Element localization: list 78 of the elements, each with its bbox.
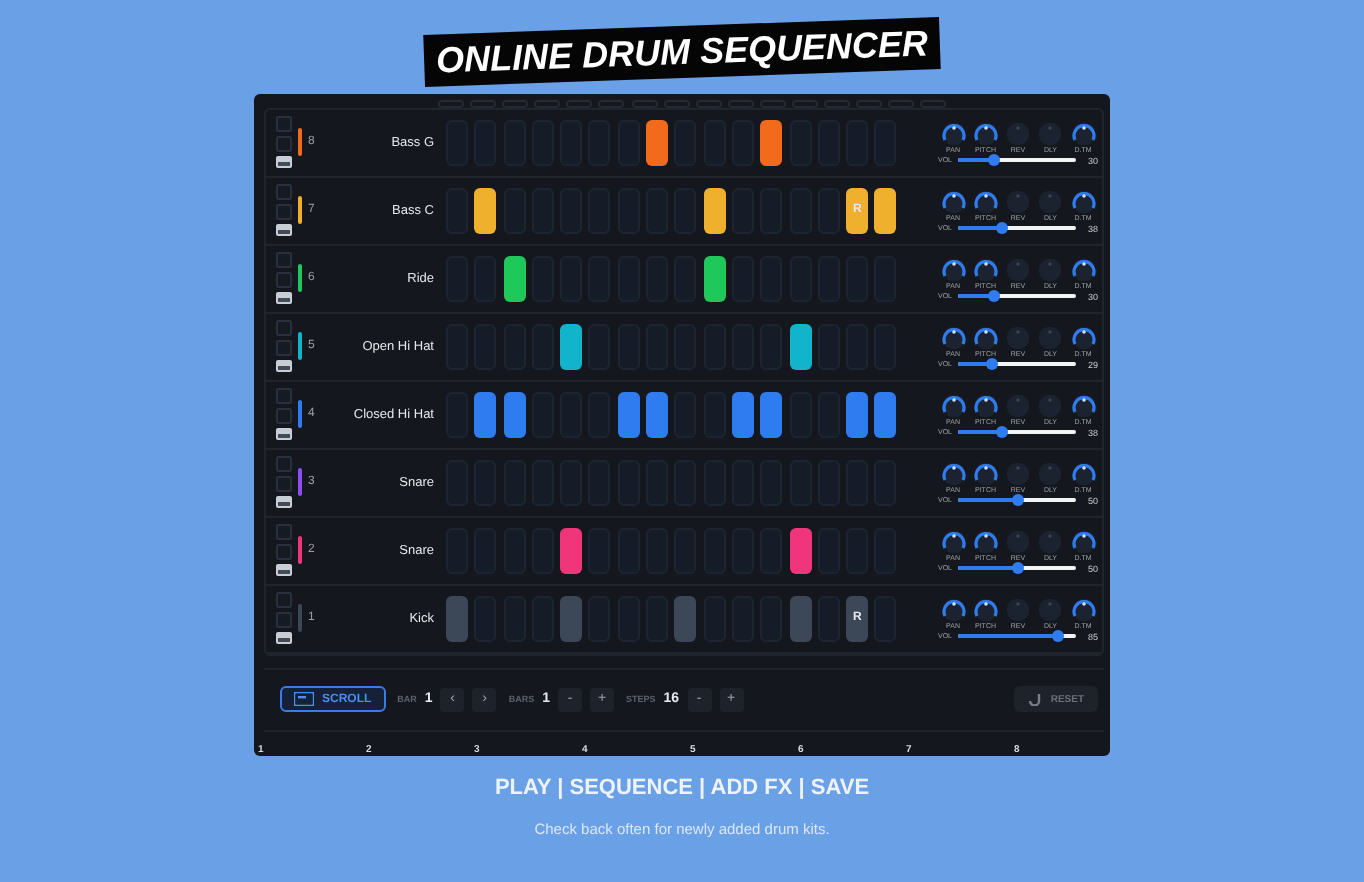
mute-toggle[interactable] — [276, 456, 292, 473]
knob[interactable] — [971, 527, 1000, 554]
knob[interactable] — [939, 391, 967, 418]
knob[interactable] — [939, 187, 967, 214]
step-pad[interactable] — [760, 391, 783, 438]
step-pad[interactable] — [503, 391, 526, 438]
solo-toggle[interactable] — [276, 272, 292, 289]
knob[interactable] — [939, 323, 967, 350]
step-pad[interactable] — [474, 187, 497, 234]
knob[interactable] — [1069, 459, 1097, 486]
knob[interactable] — [1069, 527, 1097, 554]
knob[interactable] — [939, 119, 967, 146]
step-pad[interactable] — [731, 391, 754, 438]
step-pad[interactable] — [760, 119, 783, 166]
knob[interactable] — [1069, 187, 1097, 214]
volume-slider[interactable] — [958, 566, 1076, 571]
volume-slider[interactable] — [958, 498, 1076, 503]
undo-icon — [1028, 692, 1043, 707]
knob[interactable] — [939, 527, 967, 554]
keyboard-icon[interactable] — [276, 360, 292, 373]
mute-toggle[interactable] — [276, 252, 292, 269]
keyboard-icon[interactable] — [276, 496, 292, 509]
knob[interactable] — [1069, 255, 1097, 282]
knob[interactable] — [971, 391, 1000, 418]
knob[interactable] — [1069, 391, 1097, 418]
mute-toggle[interactable] — [276, 116, 292, 133]
solo-toggle[interactable] — [276, 476, 292, 493]
step-pad[interactable] — [789, 323, 812, 370]
list-icon — [294, 692, 314, 707]
step-pad[interactable] — [874, 187, 897, 234]
keyboard-icon[interactable] — [276, 156, 292, 169]
solo-toggle[interactable] — [276, 544, 292, 561]
mute-toggle[interactable] — [276, 592, 292, 609]
step-pad[interactable] — [874, 391, 897, 438]
keyboard-icon[interactable] — [276, 224, 292, 237]
volume-slider[interactable] — [958, 226, 1076, 231]
solo-toggle[interactable] — [276, 408, 292, 425]
knob[interactable] — [971, 119, 1000, 146]
knob[interactable] — [971, 255, 1000, 282]
volume-slider[interactable] — [958, 362, 1076, 367]
keyboard-icon[interactable] — [276, 632, 292, 645]
knob[interactable] — [939, 595, 967, 622]
solo-toggle[interactable] — [276, 340, 292, 357]
step-pad[interactable] — [646, 391, 669, 438]
step-pad[interactable] — [503, 255, 526, 302]
volume-slider[interactable] — [958, 294, 1076, 299]
mute-toggle[interactable] — [276, 524, 292, 541]
volume-slider[interactable] — [958, 158, 1076, 163]
keyboard-icon[interactable] — [276, 428, 292, 441]
step-pad[interactable] — [617, 391, 640, 438]
knob[interactable] — [1069, 119, 1097, 146]
mute-toggle[interactable] — [276, 320, 292, 337]
knob[interactable] — [1069, 323, 1097, 350]
knob[interactable] — [971, 323, 1000, 350]
keyboard-icon[interactable] — [276, 292, 292, 305]
knob[interactable] — [971, 595, 1000, 622]
volume-slider[interactable] — [958, 634, 1076, 639]
keyboard-icon[interactable] — [276, 564, 292, 577]
knob[interactable] — [939, 255, 967, 282]
step-pad[interactable] — [846, 391, 869, 438]
mute-toggle[interactable] — [276, 184, 292, 201]
app-title: ONLINE DRUM SEQUENCER — [435, 23, 929, 81]
solo-toggle[interactable] — [276, 204, 292, 221]
step-pad[interactable] — [474, 391, 497, 438]
step-pad[interactable] — [703, 255, 726, 302]
step-pad[interactable] — [560, 527, 583, 574]
step-pad[interactable] — [789, 527, 812, 574]
knob[interactable] — [971, 187, 1000, 214]
knob[interactable] — [1069, 595, 1097, 622]
step-pad[interactable] — [560, 323, 583, 370]
knob[interactable] — [939, 459, 967, 486]
mute-toggle[interactable] — [276, 388, 292, 405]
volume-slider[interactable] — [958, 430, 1076, 435]
solo-toggle[interactable] — [276, 136, 292, 153]
step-pad[interactable] — [703, 187, 726, 234]
solo-toggle[interactable] — [276, 612, 292, 629]
step-pad[interactable] — [646, 119, 669, 166]
knob[interactable] — [971, 459, 1000, 486]
